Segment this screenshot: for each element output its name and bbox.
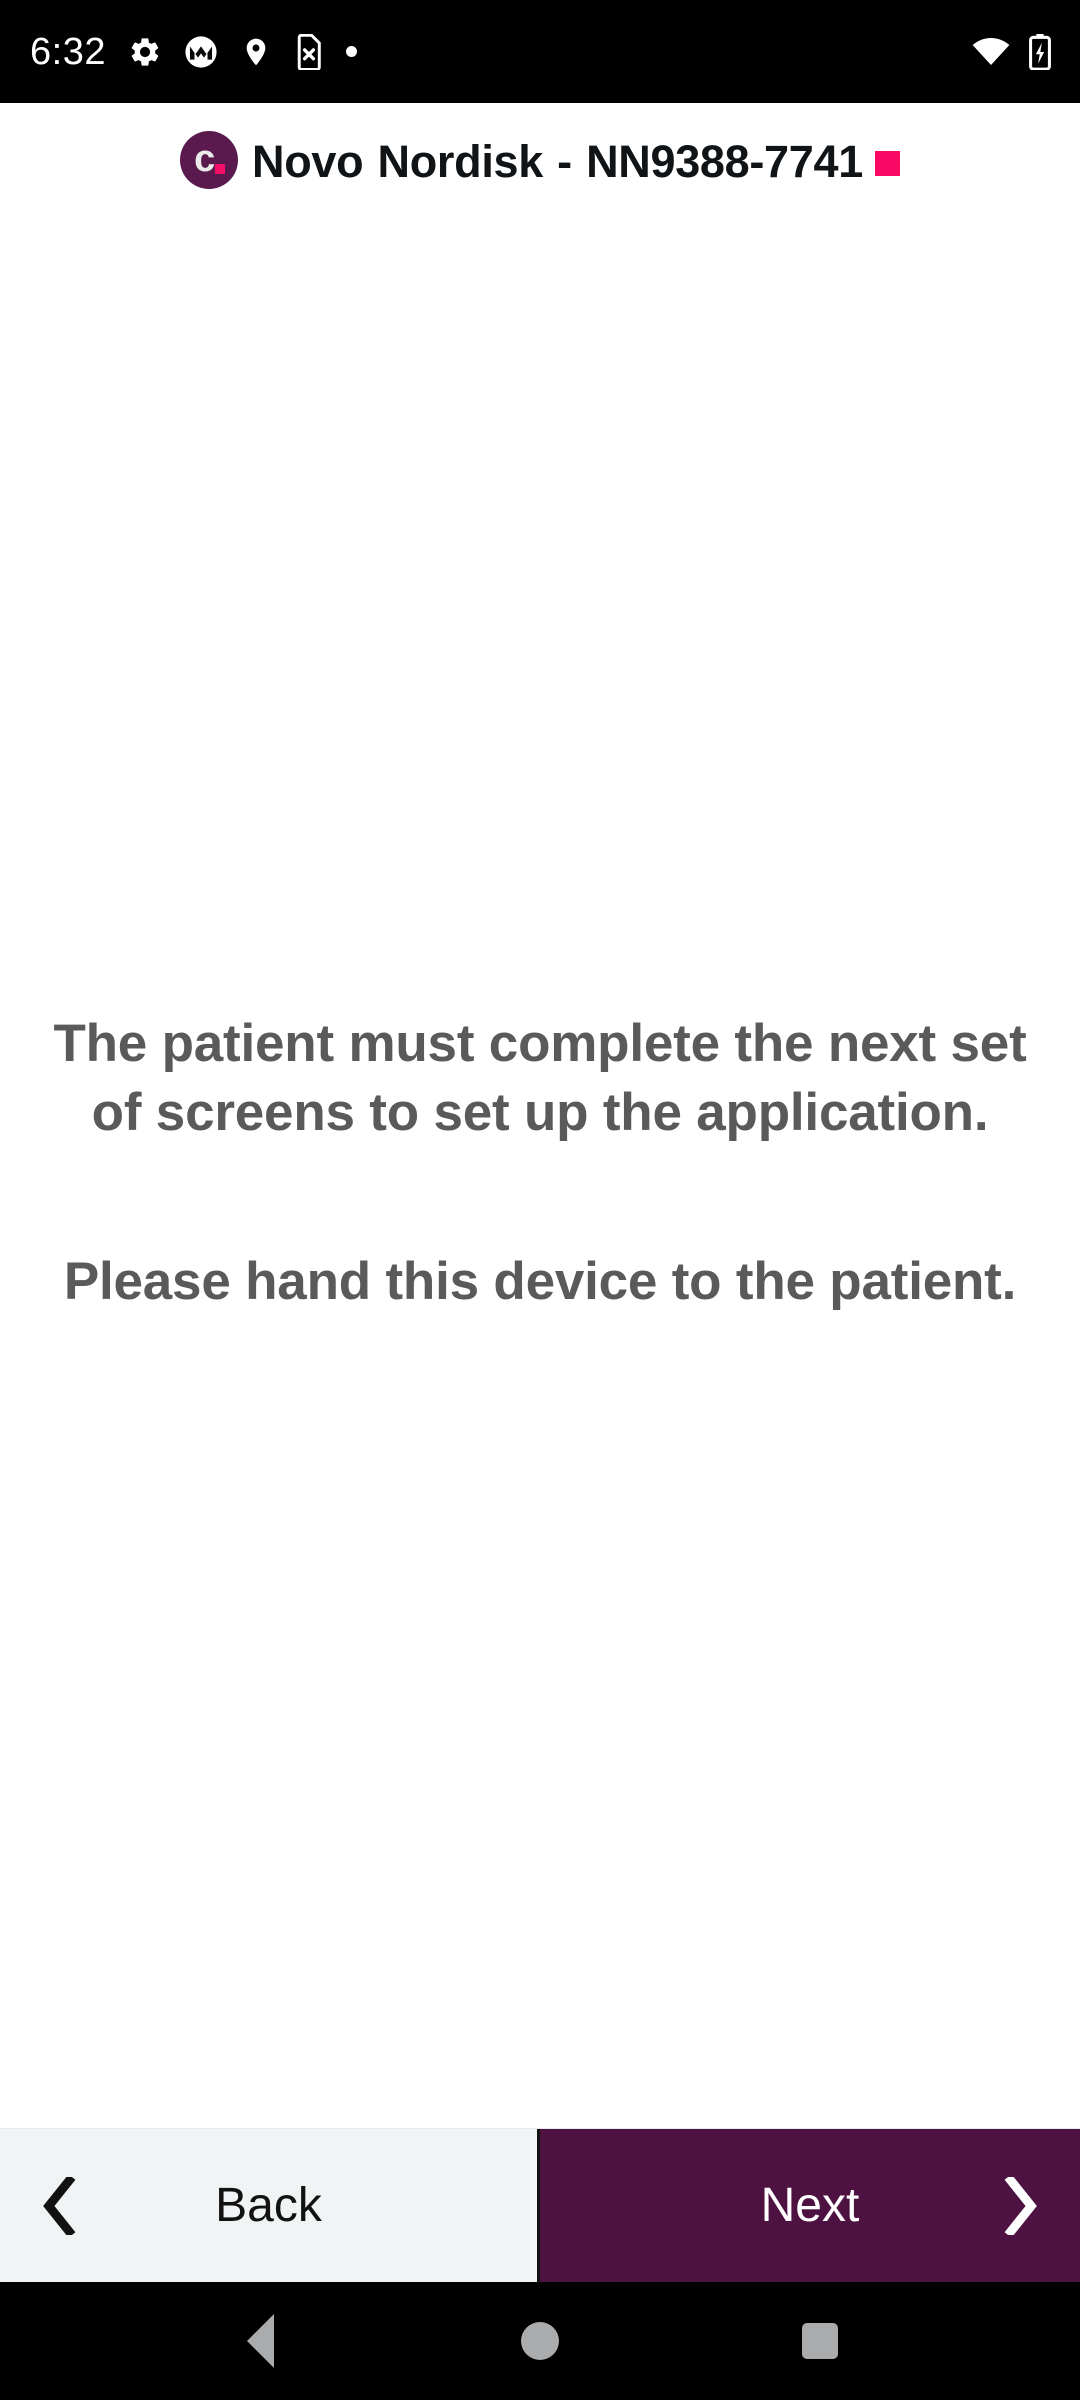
brand-logo-letter: c [194, 138, 215, 180]
status-bar: 6:32 [0, 0, 1080, 103]
motorola-logo-icon [184, 35, 218, 69]
app-header: c Novo Nordisk - NN9388-7741 [0, 103, 1080, 199]
next-button[interactable]: Next [540, 2129, 1080, 2282]
status-badge [874, 151, 900, 176]
status-bar-left-group: 6:32 [30, 33, 357, 71]
main-content: The patient must complete the next set o… [0, 199, 1080, 2128]
android-recents-icon[interactable] [760, 2301, 880, 2381]
back-button-label: Back [215, 2179, 322, 2232]
next-button-label: Next [760, 2179, 860, 2232]
page-title-row: c Novo Nordisk - NN9388-7741 [60, 131, 1020, 189]
gear-icon [128, 35, 162, 69]
chevron-left-icon [42, 2176, 76, 2236]
page-title: Novo Nordisk - NN9388-7741 [252, 136, 863, 187]
instruction-paragraph-1: The patient must complete the next set o… [53, 1014, 1027, 1143]
phone-screen: 6:32 c Novo Nordisk - NN9388-7741 The pa… [0, 0, 1080, 2400]
wifi-icon [972, 37, 1010, 67]
battery-charging-icon [1028, 33, 1052, 70]
status-bar-right-group [972, 33, 1052, 70]
instruction-paragraph-2: Please hand this device to the patient. [63, 1251, 1017, 1311]
android-back-icon[interactable] [200, 2301, 320, 2381]
brand-logo-dot [215, 164, 226, 174]
android-navigation-bar [0, 2282, 1080, 2400]
android-home-icon[interactable] [480, 2301, 600, 2381]
sim-card-off-icon [294, 33, 324, 70]
brand-logo-icon: c [180, 131, 239, 189]
navigation-button-bar: Back Next [0, 2128, 1080, 2282]
back-button[interactable]: Back [0, 2129, 540, 2282]
status-bar-clock: 6:32 [30, 30, 106, 73]
chevron-right-icon [1004, 2176, 1038, 2236]
dot-icon [345, 46, 357, 57]
instruction-message: The patient must complete the next set o… [26, 1010, 1054, 1317]
location-pin-icon [240, 35, 272, 69]
